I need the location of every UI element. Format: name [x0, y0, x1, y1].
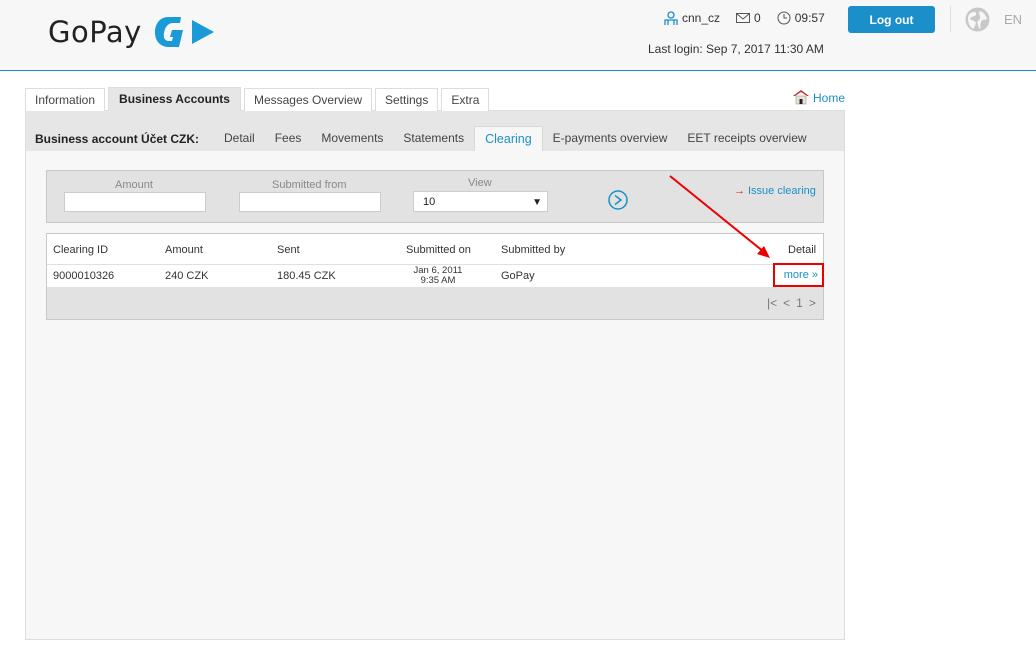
language-selector[interactable]: EN: [1004, 12, 1022, 27]
submitted-from-label: Submitted from: [272, 179, 347, 191]
submitted-from-input[interactable]: [239, 192, 381, 212]
envelope-icon: [736, 13, 751, 23]
pagination: |< < 1 >: [767, 296, 822, 310]
header: GoPay cnn_cz 0 09:57 Last login: Sep 7, …: [0, 0, 1036, 71]
gopay-logo-mark-icon: [154, 17, 214, 47]
clearing-table: Clearing ID Amount Sent Submitted on Sub…: [46, 233, 824, 320]
user-bar: cnn_cz 0 09:57: [664, 11, 841, 25]
user-icon: [664, 11, 678, 25]
home-label: Home: [813, 91, 846, 105]
subtab-eet-receipts-overview[interactable]: EET receipts overview: [677, 126, 816, 151]
view-select-value: 10: [423, 196, 436, 208]
col-detail: Detail: [788, 244, 817, 256]
clearing-filter: Amount Submitted from View 10 ▼ → Issue c…: [46, 170, 824, 223]
divider: [950, 6, 951, 32]
user-account[interactable]: cnn_cz: [664, 11, 720, 25]
logo-text: GoPay: [48, 15, 142, 49]
issue-clearing-label: Issue clearing: [748, 185, 816, 197]
subtab-clearing[interactable]: Clearing: [474, 126, 543, 151]
tab-messages-overview[interactable]: Messages Overview: [243, 88, 372, 111]
table-row: 9000010326 240 CZK 180.45 CZK Jan 6, 201…: [47, 263, 824, 287]
tab-business-accounts[interactable]: Business Accounts: [108, 87, 241, 111]
col-clearing-id: Clearing ID: [53, 244, 109, 256]
submitted-time: 9:35 AM: [420, 275, 456, 286]
table-header: Clearing ID Amount Sent Submitted on Sub…: [47, 234, 823, 265]
subtab-movements[interactable]: Movements: [311, 126, 393, 151]
subtab-statements[interactable]: Statements: [393, 126, 474, 151]
sent: 180.45 CZK: [277, 270, 336, 282]
view-label: View: [468, 177, 492, 189]
tab-information[interactable]: Information: [25, 88, 106, 111]
view-select[interactable]: 10 ▼: [413, 191, 548, 212]
globe-icon[interactable]: [965, 7, 990, 32]
subtab-fees[interactable]: Fees: [265, 126, 312, 151]
amount-input[interactable]: [64, 192, 206, 212]
subtab-e-payments-overview[interactable]: E-payments overview: [543, 126, 678, 151]
home-icon: [793, 90, 809, 105]
account-title: Business account Účet CZK:: [35, 132, 200, 146]
tab-settings[interactable]: Settings: [375, 88, 439, 111]
home-link[interactable]: Home: [793, 89, 845, 105]
amount-label: Amount: [115, 179, 153, 191]
issue-clearing-link[interactable]: → Issue clearing: [734, 185, 816, 197]
next-page-icon[interactable]: >: [809, 296, 816, 310]
col-sent: Sent: [277, 244, 300, 256]
time-value: 09:57: [794, 11, 825, 25]
submitted-by: GoPay: [501, 270, 535, 282]
sub-tabs: Detail Fees Movements Statements Clearin…: [214, 126, 817, 151]
tab-extra[interactable]: Extra: [441, 88, 490, 111]
dropdown-arrow-icon: ▼: [532, 197, 542, 208]
more-link[interactable]: more »: [773, 263, 824, 287]
clearing-id: 9000010326: [53, 270, 115, 282]
logout-button[interactable]: Log out: [848, 6, 935, 33]
account-subnav: Business account Účet CZK: Detail Fees M…: [26, 111, 844, 151]
prev-page-icon[interactable]: <: [783, 296, 790, 310]
arrow-right-icon: →: [734, 185, 745, 197]
submit-filter-icon[interactable]: [608, 190, 628, 210]
last-login: Last login: Sep 7, 2017 11:30 AM: [648, 42, 824, 56]
current-page[interactable]: 1: [796, 296, 803, 310]
col-amount: Amount: [165, 244, 203, 256]
submitted-on: Jan 6, 2011 9:35 AM: [403, 266, 473, 286]
username: cnn_cz: [682, 11, 721, 25]
amount: 240 CZK: [165, 270, 209, 282]
session-time: 09:57: [777, 11, 825, 25]
messages[interactable]: 0: [736, 11, 761, 25]
col-submitted-on: Submitted on: [406, 244, 471, 256]
subtab-detail[interactable]: Detail: [214, 126, 265, 151]
gopay-logo[interactable]: GoPay: [48, 12, 220, 52]
first-page-icon[interactable]: |<: [767, 296, 777, 310]
main-tabs: Information Business Accounts Messages O…: [25, 87, 492, 111]
messages-count: 0: [754, 11, 761, 25]
col-submitted-by: Submitted by: [501, 244, 566, 256]
clock-icon: [777, 11, 791, 25]
